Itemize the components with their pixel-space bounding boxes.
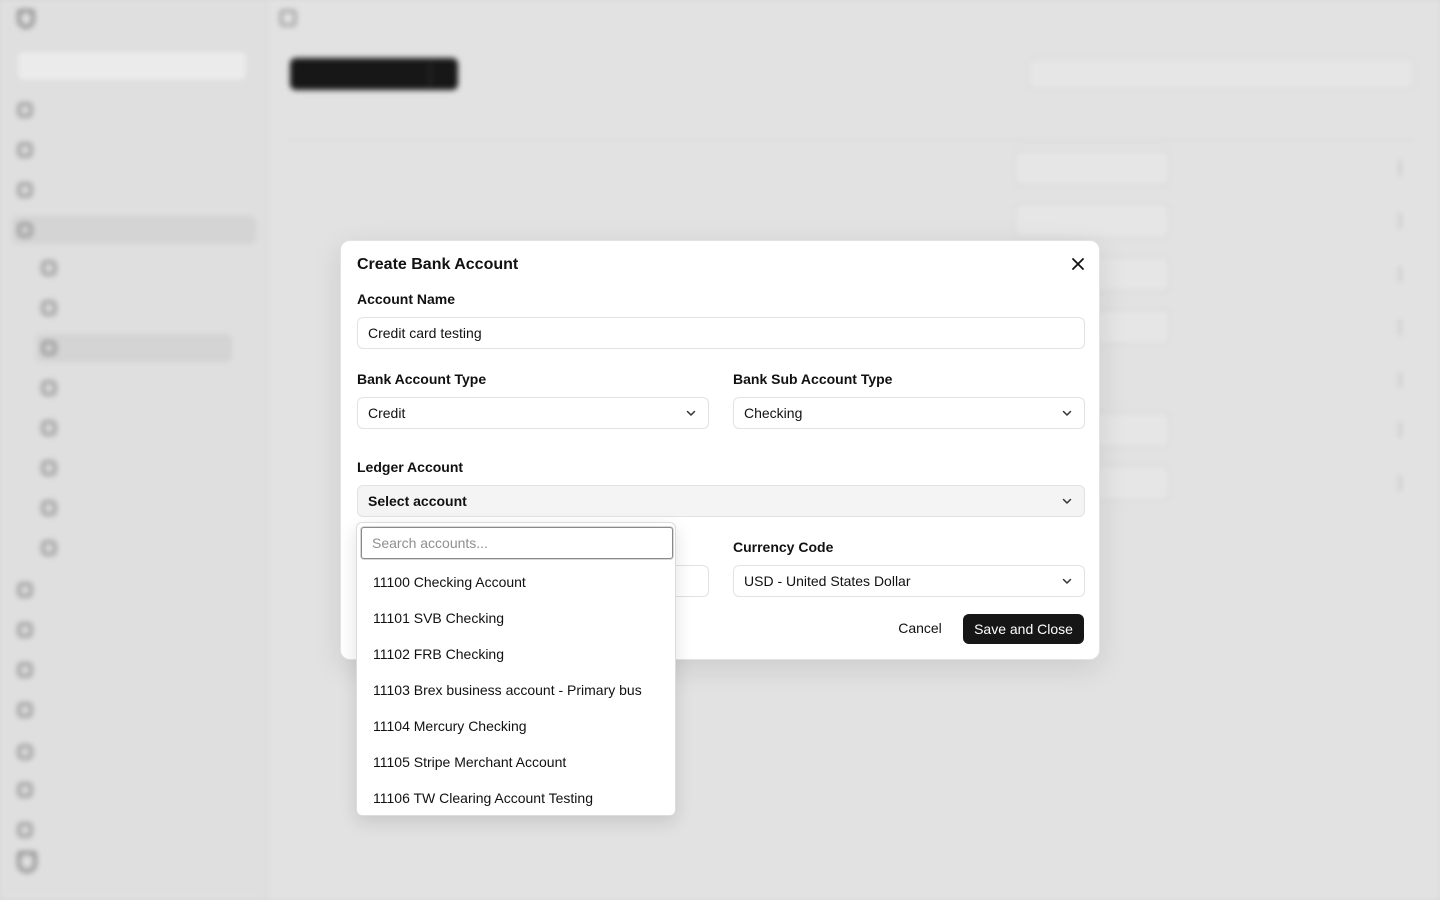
account-name-input[interactable] xyxy=(357,317,1085,349)
ledger-account-label: Ledger Account xyxy=(357,459,464,475)
bank-account-type-value: Credit xyxy=(368,405,406,421)
bank-account-type-select[interactable]: Credit xyxy=(357,397,709,429)
ledger-account-dropdown: 11100 Checking Account 11101 SVB Checkin… xyxy=(356,522,676,816)
dialog-title: Create Bank Account xyxy=(357,256,519,273)
close-button[interactable] xyxy=(1067,253,1089,275)
account-options-list: 11100 Checking Account 11101 SVB Checkin… xyxy=(357,564,675,816)
account-option[interactable]: 11100 Checking Account xyxy=(357,564,675,600)
ledger-account-value: Select account xyxy=(368,493,467,509)
currency-code-select[interactable]: USD - United States Dollar xyxy=(733,565,1085,597)
currency-code-label: Currency Code xyxy=(733,539,834,555)
chevron-down-icon xyxy=(1060,494,1074,508)
close-icon xyxy=(1072,258,1084,270)
account-option[interactable]: 11104 Mercury Checking xyxy=(357,708,675,744)
bank-account-type-label: Bank Account Type xyxy=(357,371,487,387)
account-option[interactable]: 11101 SVB Checking xyxy=(357,600,675,636)
bank-sub-account-type-select[interactable]: Checking xyxy=(733,397,1085,429)
chevron-down-icon xyxy=(684,406,698,420)
account-option[interactable]: 11106 TW Clearing Account Testing xyxy=(357,780,675,816)
account-search-input[interactable] xyxy=(361,527,673,559)
account-name-label: Account Name xyxy=(357,291,456,307)
cancel-button[interactable]: Cancel xyxy=(887,613,953,643)
account-option[interactable]: 11105 Stripe Merchant Account xyxy=(357,744,675,780)
account-option[interactable]: 11102 FRB Checking xyxy=(357,636,675,672)
bank-sub-account-type-label: Bank Sub Account Type xyxy=(733,371,893,387)
ledger-account-select[interactable]: Select account xyxy=(357,485,1085,517)
chevron-down-icon xyxy=(1060,406,1074,420)
chevron-down-icon xyxy=(1060,574,1074,588)
account-option[interactable]: 11103 Brex business account - Primary bu… xyxy=(357,672,675,708)
bank-sub-account-type-value: Checking xyxy=(744,405,803,421)
save-and-close-button[interactable]: Save and Close xyxy=(963,614,1084,644)
currency-code-value: USD - United States Dollar xyxy=(744,573,911,589)
